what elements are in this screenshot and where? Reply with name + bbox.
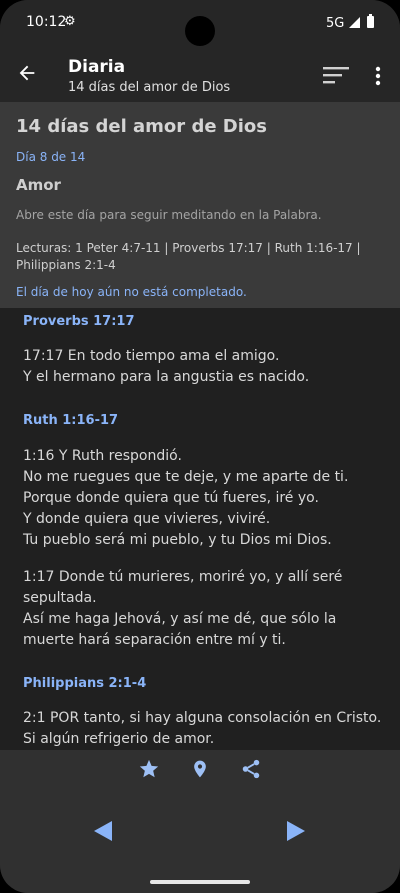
home-indicator[interactable] xyxy=(150,880,250,884)
bottom-bar xyxy=(0,750,400,893)
more-vert-icon[interactable] xyxy=(372,66,384,86)
phone-screen: 10:12 ⚙ 5G Diaria 14 días del amor de Di… xyxy=(0,0,400,893)
day-header-panel: 14 días del amor de Dios Día 8 de 14 Amo… xyxy=(0,102,400,308)
arrow-back-icon[interactable] xyxy=(16,62,38,84)
verse-paragraph: 1:16 Y Ruth respondió. No me ruegues que… xyxy=(23,446,383,551)
verse-paragraph: 17:17 En todo tiempo ama el amigo. Y el … xyxy=(23,346,383,388)
app-subtitle: 14 días del amor de Dios xyxy=(68,80,231,95)
passage-heading: Philippians 2:1-4 xyxy=(23,676,147,691)
verse-paragraph: 1:17 Donde tú murieres, moriré yo, y all… xyxy=(23,567,383,651)
verse-text: 1:17 Donde tú murieres, moriré yo, y all… xyxy=(23,569,343,648)
network-type: 5G xyxy=(326,16,345,31)
status-bar: 10:12 ⚙ 5G xyxy=(0,0,400,48)
camera-cutout xyxy=(185,16,215,46)
day-description: Abre este día para seguir meditando en l… xyxy=(16,208,322,222)
sort-icon[interactable] xyxy=(323,66,349,84)
plan-title: 14 días del amor de Dios xyxy=(16,116,267,137)
verse-paragraph: 2:1 POR tanto, si hay alguna consolación… xyxy=(23,708,383,750)
app-title: Diaria xyxy=(68,57,126,77)
readings-list: Lecturas: 1 Peter 4:7-11 | Proverbs 17:1… xyxy=(16,241,361,272)
previous-icon[interactable] xyxy=(93,820,113,842)
share-icon[interactable] xyxy=(240,758,262,780)
day-title: Amor xyxy=(16,176,61,194)
passage-heading: Proverbs 17:17 xyxy=(23,314,135,329)
verse-text: 2:1 POR tanto, si hay alguna consolación… xyxy=(23,710,382,747)
next-icon[interactable] xyxy=(286,820,306,842)
pin-icon[interactable] xyxy=(190,757,210,781)
star-icon[interactable] xyxy=(138,758,160,780)
verse-text: 17:17 En todo tiempo ama el amigo. Y el … xyxy=(23,348,310,385)
gear-icon: ⚙ xyxy=(64,14,76,29)
battery-icon xyxy=(367,14,374,28)
passage-heading: Ruth 1:16-17 xyxy=(23,413,119,428)
signal-icon xyxy=(349,17,360,28)
day-progress: Día 8 de 14 xyxy=(16,150,86,164)
day-status-message: El día de hoy aún no está completado. xyxy=(16,285,247,299)
verse-text: 1:16 Y Ruth respondió. No me ruegues que… xyxy=(23,448,349,548)
reading-content[interactable]: Proverbs 17:17 17:17 En todo tiempo ama … xyxy=(0,308,400,750)
app-bar: Diaria 14 días del amor de Dios xyxy=(0,48,400,102)
status-time: 10:12 xyxy=(26,14,67,30)
